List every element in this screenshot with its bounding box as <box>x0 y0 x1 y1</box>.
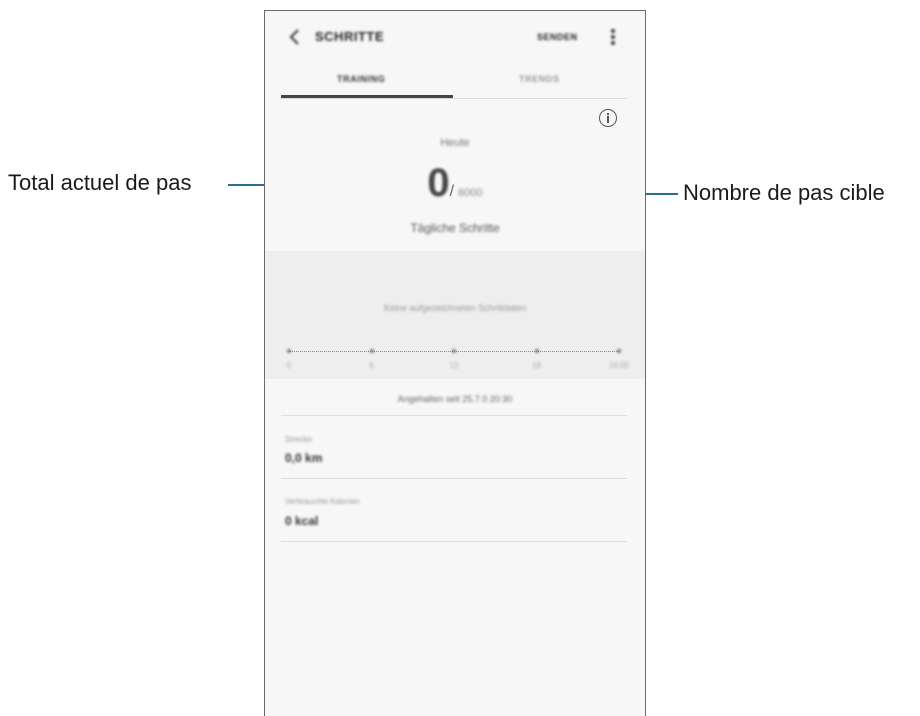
tab-bar: TRAINING TRENDS <box>281 66 627 99</box>
divider <box>281 415 627 416</box>
day-label: Heute <box>440 137 470 149</box>
phone-screen: SCHRITTE SENDEN TRAINING TRENDS Heute 0/… <box>264 10 646 716</box>
current-steps-value: 0 <box>427 161 450 205</box>
more-vertical-icon[interactable] <box>605 27 621 49</box>
chart-tick-label: 0 <box>286 361 292 370</box>
tab-training[interactable]: TRAINING <box>337 74 385 84</box>
calories-label: Verbrauchte Kalorien <box>285 497 360 506</box>
chart-tick-label: 18 <box>532 361 541 370</box>
steps-chart: Keine aufgezeichneten Schrittdaten 0 6 12 1… <box>265 251 645 379</box>
recorded-since-text: Angehalten seit 25.7.0 20:30 <box>397 394 513 404</box>
app-bar: SCHRITTE SENDEN <box>265 23 645 53</box>
calories-value: 0 kcal <box>285 514 319 528</box>
distance-label: Strecke <box>285 435 313 444</box>
distance-value: 0,0 km <box>285 451 323 465</box>
send-button[interactable]: SENDEN <box>537 32 578 42</box>
chart-tick-dot <box>452 349 456 353</box>
chart-tick-dot <box>369 349 374 353</box>
divider <box>281 541 627 542</box>
divider <box>281 478 627 479</box>
steps-separator: / <box>449 183 455 200</box>
chart-tick-dot <box>287 349 291 353</box>
chart-tick-label: 24:00 <box>608 361 630 370</box>
annotation-current-steps: Total actuel de pas <box>8 170 192 195</box>
steps-summary: 0/6000 <box>265 161 645 206</box>
active-tab-indicator <box>281 95 453 98</box>
target-steps-value[interactable]: 6000 <box>458 187 482 199</box>
chart-tick-label: 12 <box>449 361 459 370</box>
tab-trends[interactable]: TRENDS <box>519 74 560 84</box>
chart-empty-message: Keine aufgezeichneten Schrittdaten <box>383 303 527 313</box>
chart-tick-label: 6 <box>369 361 374 370</box>
chart-tick-dot <box>534 349 539 353</box>
annotation-target-steps: Nombre de pas cible <box>683 180 885 205</box>
page-title: SCHRITTE <box>315 29 384 44</box>
daily-steps-caption: Tägliche Schritte <box>410 221 500 235</box>
info-icon[interactable] <box>599 109 617 127</box>
chevron-left-icon[interactable] <box>283 25 307 49</box>
chart-tick-dot <box>617 349 621 353</box>
